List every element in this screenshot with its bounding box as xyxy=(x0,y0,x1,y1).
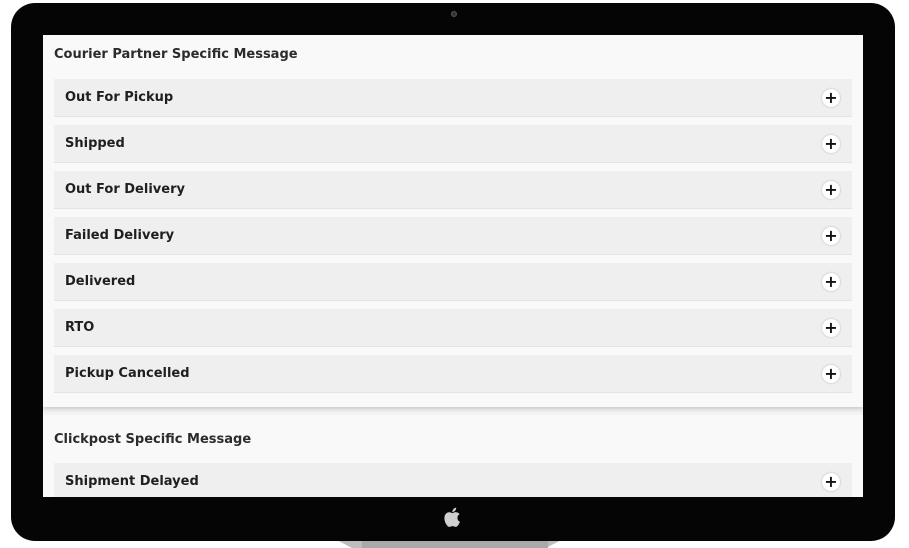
accordion-pickup-cancelled[interactable]: Pickup Cancelled + xyxy=(54,355,852,393)
accordion-shipment-delayed[interactable]: Shipment Delayed + xyxy=(54,463,852,497)
plus-icon[interactable]: + xyxy=(822,319,840,337)
accordion-out-for-delivery[interactable]: Out For Delivery + xyxy=(54,171,852,209)
plus-icon[interactable]: + xyxy=(822,227,840,245)
accordion-label: Shipped xyxy=(65,136,125,151)
accordion-label: Failed Delivery xyxy=(65,228,175,243)
accordion-failed-delivery[interactable]: Failed Delivery + xyxy=(54,217,852,255)
plus-icon[interactable]: + xyxy=(822,473,840,491)
accordion-label: Delivered xyxy=(65,274,136,289)
accordion-label: Shipment Delayed xyxy=(65,474,199,489)
section-title: Clickpost Specific Message xyxy=(54,432,252,447)
clickpost-section: Clickpost Specific Message Shipment Dela… xyxy=(43,415,863,497)
plus-icon[interactable]: + xyxy=(822,181,840,199)
accordion-label: Pickup Cancelled xyxy=(65,366,190,381)
accordion-label: Out For Delivery xyxy=(65,182,185,197)
accordion-label: RTO xyxy=(65,320,95,335)
screen: Courier Partner Specific Message Out For… xyxy=(43,35,863,497)
plus-icon[interactable]: + xyxy=(822,89,840,107)
camera-icon xyxy=(451,11,457,17)
accordion-shipped[interactable]: Shipped + xyxy=(54,125,852,163)
monitor-stand-base xyxy=(362,540,548,548)
accordion-rto[interactable]: RTO + xyxy=(54,309,852,347)
apple-logo-icon xyxy=(444,507,460,527)
courier-partner-section: Courier Partner Specific Message Out For… xyxy=(43,35,863,407)
accordion-label: Out For Pickup xyxy=(65,90,174,105)
accordion-delivered[interactable]: Delivered + xyxy=(54,263,852,301)
plus-icon[interactable]: + xyxy=(822,135,840,153)
section-title: Courier Partner Specific Message xyxy=(54,47,298,62)
plus-icon[interactable]: + xyxy=(822,273,840,291)
accordion-out-for-pickup[interactable]: Out For Pickup + xyxy=(54,79,852,117)
plus-icon[interactable]: + xyxy=(822,365,840,383)
